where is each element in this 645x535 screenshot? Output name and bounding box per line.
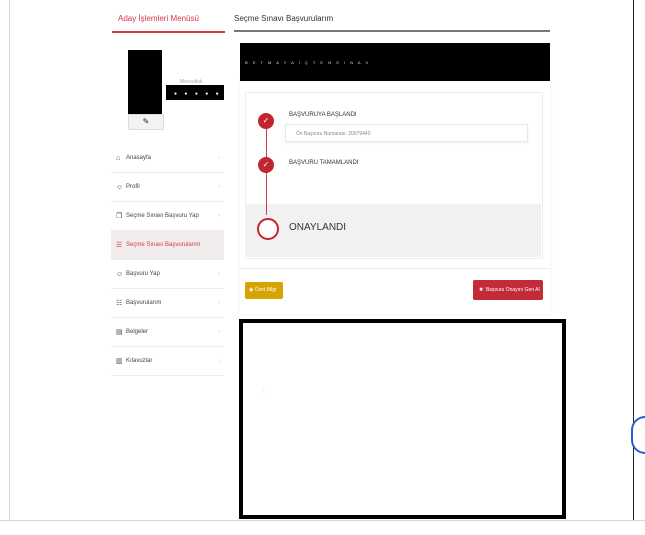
sidebar-item-anasayfa[interactable]: ⌂ Anasayfa › <box>111 144 224 173</box>
sidebar-item-label: Profil <box>126 184 140 190</box>
redacted-content-box <box>239 319 566 519</box>
sidebar-item-label: Seçme Sınavı Başvuru Yap <box>126 213 199 219</box>
window-right-edge <box>633 0 645 535</box>
sidebar-item-basvurularim[interactable]: ☷ Başvurularım › <box>111 289 224 318</box>
faint-mark: ↻ <box>262 390 268 396</box>
page-title-underline <box>234 30 550 32</box>
sidebar-item-label: Başvurularım <box>126 300 162 306</box>
chevron-right-icon: › <box>218 358 220 364</box>
home-icon: ⌂ <box>116 154 121 162</box>
sidebar-menu: ⌂ Anasayfa › ☺ Profil › ❐ Seçme Sınavı Başvur… <box>111 144 224 376</box>
sidebar-item-label: Belgeler <box>126 329 149 335</box>
list-icon: ☰ <box>116 242 123 249</box>
close-icon: ✖ <box>479 287 486 293</box>
chevron-right-icon: › <box>218 329 220 335</box>
sidebar-item-secme-sinavi-basvuru-yap[interactable]: ❐ Seçme Sınavı Başvuru Yap › <box>111 202 224 231</box>
window-left-edge <box>0 0 10 535</box>
sidebar-item-label: Başvuru Yap <box>126 271 160 277</box>
revoke-approval-button[interactable]: ✖ Başvuru Onayını Geri Al <box>473 280 543 300</box>
sidebar-item-basvuru-yap[interactable]: ☺ Başvuru Yap › <box>111 260 224 289</box>
book-icon: ▥ <box>116 358 123 365</box>
summary-button-label: Özet Bilgi <box>254 287 277 293</box>
sidebar-item-label: Seçme Sınavı Başvurularım <box>126 242 201 248</box>
sidebar-item-label: Kılavuzlar <box>126 358 153 364</box>
sidebar-item-secme-sinavi-basvurularim[interactable]: ☰ Seçme Sınavı Başvurularım <box>111 231 224 260</box>
application-number-field: Ön Başvuru Numarası: 20079440 <box>285 124 528 142</box>
chevron-right-icon: › <box>218 213 220 219</box>
user-add-icon: ☺ <box>116 270 124 278</box>
sidebar-item-profil[interactable]: ☺ Profil › <box>111 173 224 202</box>
step-label-approved: ONAYLANDI <box>289 222 347 233</box>
chevron-right-icon: › <box>218 300 220 306</box>
floating-action-button[interactable] <box>631 416 645 454</box>
sidebar-title: Aday İşlemleri Menüsü <box>118 14 199 23</box>
chevron-right-icon: › <box>218 155 220 161</box>
sidebar-title-underline <box>112 31 225 33</box>
avatar <box>128 50 162 118</box>
chevron-right-icon: › <box>218 271 220 277</box>
step-label-started: BAŞVURUYA BAŞLANDI <box>289 112 357 118</box>
check-icon: ✓ <box>258 157 274 173</box>
grid-icon: ☷ <box>116 300 123 307</box>
revoke-approval-button-label: Başvuru Onayını Geri Al <box>485 287 540 293</box>
pencil-icon: ✎ <box>142 117 150 126</box>
sidebar-item-belgeler[interactable]: ▤ Belgeler › <box>111 318 224 347</box>
sidebar-item-kilavuzlar[interactable]: ▥ Kılavuzlar › <box>111 347 224 376</box>
check-icon: ✓ <box>258 113 274 129</box>
window-bottom-edge <box>0 520 645 535</box>
profile-name: ● ● ● ● ● <box>174 91 222 97</box>
document-icon: ▤ <box>116 329 123 336</box>
page-title: Seçme Sınavı Başvurularım <box>234 14 334 23</box>
clipboard-icon: ❐ <box>116 213 123 220</box>
summary-button[interactable]: ◉ Özet Bilgi <box>245 282 283 299</box>
exam-banner-text: B E T M A Y A İ Ç T E N S I N A V <box>245 60 371 65</box>
divider <box>240 268 550 269</box>
sidebar-item-label: Anasayfa <box>126 155 152 161</box>
user-icon: ☺ <box>116 183 124 191</box>
edit-avatar-button[interactable]: ✎ <box>128 114 164 130</box>
step-label-completed: BAŞVURU TAMAMLANDI <box>289 160 359 166</box>
pending-circle-icon <box>257 218 279 240</box>
chevron-right-icon: › <box>218 184 220 190</box>
